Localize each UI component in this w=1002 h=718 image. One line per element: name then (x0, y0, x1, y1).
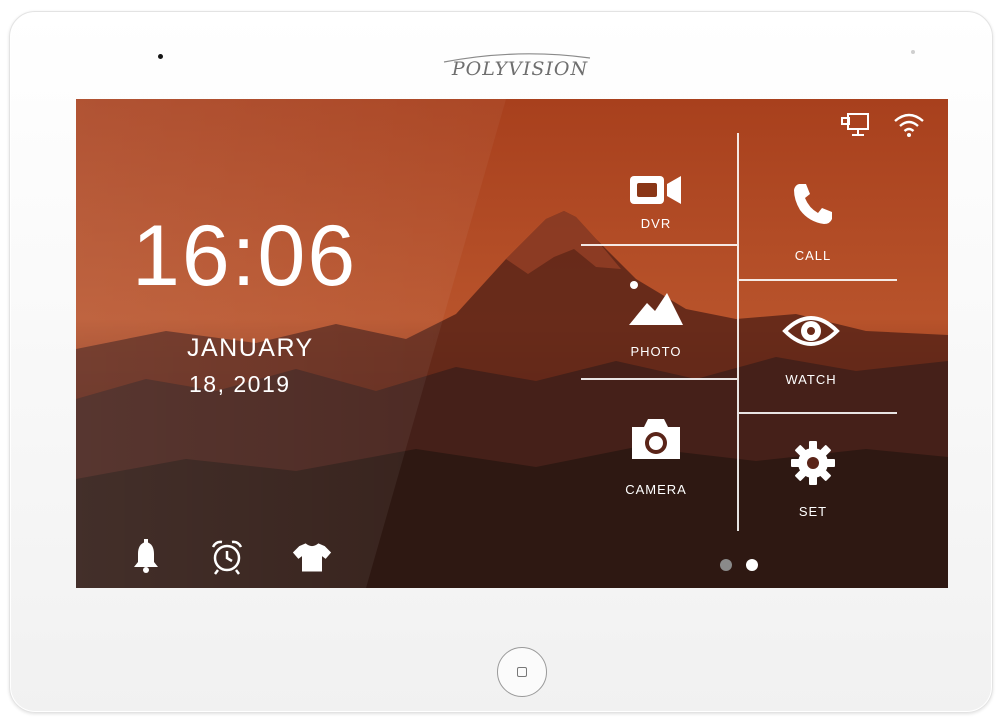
brand-logo: POLYVISION (451, 58, 589, 80)
date-month: JANUARY (187, 334, 314, 362)
landscape-icon (629, 281, 683, 325)
home-button[interactable] (497, 647, 547, 697)
menu-label-call: CALL (794, 248, 832, 263)
menu-divider-right-2 (739, 412, 897, 414)
menu-tile-call[interactable]: CALL (738, 181, 888, 281)
shirt-icon[interactable] (292, 537, 332, 577)
bell-icon[interactable] (126, 537, 166, 577)
touch-screen: 16:06 JANUARY 18, 2019 DVR CALL PHOTO WA… (76, 99, 948, 588)
eye-icon (782, 316, 840, 346)
home-square-icon (517, 667, 527, 677)
menu-label-camera: CAMERA (625, 482, 687, 497)
date-day: 18, 2019 (189, 371, 291, 397)
front-camera-lens (158, 54, 163, 59)
menu-tile-dvr[interactable]: DVR (581, 167, 731, 267)
menu-label-photo: PHOTO (630, 344, 682, 359)
network-icon (841, 113, 869, 136)
menu-tile-camera[interactable]: CAMERA (581, 415, 731, 515)
camera-icon (632, 419, 680, 459)
menu-label-dvr: DVR (640, 216, 672, 231)
menu-tile-set[interactable]: SET (738, 439, 888, 539)
menu-tile-photo[interactable]: PHOTO (581, 279, 731, 379)
alarm-clock-icon[interactable] (207, 537, 247, 577)
time-display: 16:06 (132, 208, 358, 304)
menu-label-set: SET (798, 504, 828, 519)
wifi-icon (894, 113, 924, 137)
page-indicator-1[interactable] (720, 559, 732, 571)
phone-icon (794, 184, 832, 224)
gear-icon (791, 441, 835, 485)
light-sensor (911, 50, 915, 54)
page-indicator-2[interactable] (746, 559, 758, 571)
video-camera-icon (630, 176, 681, 204)
menu-tile-watch[interactable]: WATCH (736, 311, 886, 411)
menu-label-watch: WATCH (785, 372, 837, 387)
